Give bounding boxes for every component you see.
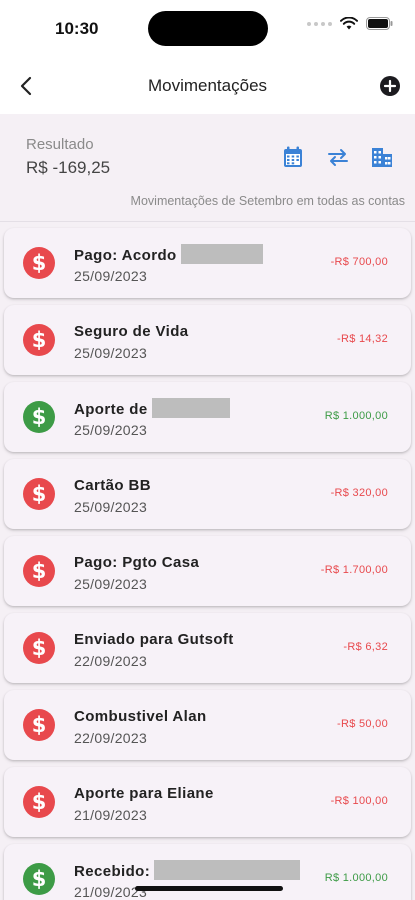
transaction-amount: -R$ 100,00 [330, 795, 388, 807]
building-icon [372, 148, 392, 167]
transaction-title-row: Recebido: [74, 860, 301, 882]
transaction-date: 21/09/2023 [74, 807, 148, 823]
transaction-card[interactable]: $ Enviado para Gutsoft 22/09/2023 -R$ 6,… [4, 613, 411, 683]
dollar-icon: $ [23, 247, 55, 279]
summary-panel: Resultado R$ -169,25 Movimentações de Se… [0, 114, 415, 222]
app-bar: Movimentações [0, 58, 415, 114]
redacted-text [151, 398, 230, 418]
transaction-title: Aporte de [74, 400, 148, 418]
transaction-card[interactable]: $ Seguro de Vida 25/09/2023 -R$ 14,32 [4, 305, 411, 375]
redacted-text [180, 244, 263, 264]
dollar-icon: $ [23, 863, 55, 895]
status-time: 10:30 [55, 19, 99, 38]
transaction-title: Aporte para Eliane [74, 785, 214, 802]
transaction-amount: R$ 1.000,00 [324, 872, 388, 884]
dollar-icon: $ [23, 709, 55, 741]
summary-actions [283, 146, 393, 168]
page-title: Movimentações [147, 76, 268, 95]
transaction-card[interactable]: $ Aporte de 25/09/2023 R$ 1.000,00 [4, 382, 411, 452]
transaction-card[interactable]: $ Recebido: 21/09/2023 R$ 1.000,00 [4, 844, 411, 900]
accounts-button[interactable] [371, 146, 393, 168]
transaction-amount: -R$ 50,00 [336, 718, 388, 730]
dollar-icon: $ [23, 786, 55, 818]
status-bar: 10:30 [0, 0, 415, 58]
battery-icon [366, 17, 393, 30]
transaction-card[interactable]: $ Cartão BB 25/09/2023 -R$ 320,00 [4, 459, 411, 529]
transaction-amount: -R$ 320,00 [330, 487, 388, 499]
transaction-card[interactable]: $ Combustivel Alan 22/09/2023 -R$ 50,00 [4, 690, 411, 760]
redacted-text [154, 860, 301, 880]
dollar-icon: $ [23, 632, 55, 664]
transaction-date: 22/09/2023 [74, 730, 148, 746]
transaction-title-row: Aporte de [74, 398, 230, 420]
transfer-button[interactable] [327, 146, 349, 168]
transaction-amount: R$ 1.000,00 [324, 410, 388, 422]
transaction-card[interactable]: $ Pago: Pgto Casa 25/09/2023 -R$ 1.700,0… [4, 536, 411, 606]
transaction-date: 25/09/2023 [74, 422, 148, 438]
transaction-title: Recebido: [74, 862, 151, 880]
transaction-title: Enviado para Gutsoft [74, 631, 234, 648]
transaction-amount: -R$ 6,32 [343, 641, 388, 653]
transaction-card[interactable]: $ Pago: Acordo 25/09/2023 -R$ 700,00 [4, 228, 411, 298]
dollar-icon: $ [23, 555, 55, 587]
transaction-title: Pago: Pgto Casa [74, 554, 200, 571]
home-indicator[interactable] [135, 886, 283, 891]
transaction-date: 25/09/2023 [74, 499, 148, 515]
transaction-amount: -R$ 1.700,00 [320, 564, 388, 576]
transaction-title: Cartão BB [74, 477, 151, 494]
transaction-date: 25/09/2023 [74, 345, 148, 361]
transaction-date: 22/09/2023 [74, 653, 148, 669]
transaction-amount: -R$ 14,32 [336, 333, 388, 345]
swap-icon [328, 149, 348, 166]
transaction-date: 25/09/2023 [74, 268, 148, 284]
add-transaction-button[interactable] [379, 75, 401, 97]
dollar-icon: $ [23, 324, 55, 356]
dynamic-island [148, 11, 268, 46]
signal-dots-icon [307, 21, 332, 26]
period-caption: Movimentações de Setembro em todas as co… [130, 194, 405, 208]
status-icons [307, 17, 393, 30]
transaction-card[interactable]: $ Aporte para Eliane 21/09/2023 -R$ 100,… [4, 767, 411, 837]
transaction-title: Seguro de Vida [74, 323, 189, 340]
calendar-filter-button[interactable] [283, 146, 305, 168]
transaction-amount: -R$ 700,00 [330, 256, 388, 268]
plus-circle-icon [380, 76, 400, 96]
result-label: Resultado [26, 136, 94, 153]
dollar-icon: $ [23, 401, 55, 433]
transaction-title: Pago: Acordo [74, 246, 177, 264]
transaction-title-row: Pago: Acordo [74, 244, 263, 266]
result-value: R$ -169,25 [26, 158, 111, 177]
wifi-icon [340, 17, 358, 30]
dollar-icon: $ [23, 478, 55, 510]
transaction-date: 25/09/2023 [74, 576, 148, 592]
calendar-icon [284, 146, 302, 167]
transaction-title: Combustivel Alan [74, 708, 207, 725]
